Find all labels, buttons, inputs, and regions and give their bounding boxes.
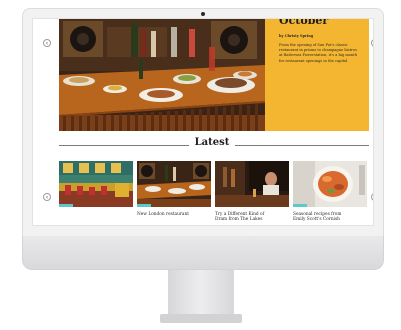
latest-card-1[interactable]: [59, 161, 133, 218]
latest-heading: Latest: [194, 137, 230, 148]
camera-icon: [201, 12, 205, 16]
hero-description: From the opening of Sun Pat's classic re…: [279, 43, 358, 63]
hero-byline: by Christy Spring: [279, 34, 314, 38]
hero-photo[interactable]: [59, 19, 265, 131]
category-tag: [59, 204, 73, 207]
latest-next-arrow-icon[interactable]: ›: [371, 193, 373, 201]
card-image-restaurant-interior: [59, 161, 133, 207]
latest-card-3[interactable]: Try a Different Kind of Dram from The La…: [215, 161, 289, 223]
hero-prev-arrow-icon[interactable]: ‹: [43, 39, 51, 47]
category-tag: [293, 204, 307, 207]
monitor-stand: [168, 270, 234, 316]
card-image-seafood-dish: [293, 161, 367, 207]
card-caption[interactable]: Seasonal recipes from Emily Scott's Corn…: [293, 212, 367, 223]
latest-divider-right: [235, 145, 369, 146]
monitor-stand-foot: [160, 314, 242, 323]
latest-card-4[interactable]: Seasonal recipes from Emily Scott's Corn…: [293, 161, 367, 223]
monitor-chin: [22, 236, 384, 270]
latest-prev-arrow-icon[interactable]: ‹: [43, 193, 51, 201]
hero-text-panel: October by Christy Spring From the openi…: [265, 19, 369, 131]
restaurant-table-image: [59, 19, 265, 131]
website-screen: October by Christy Spring From the openi…: [32, 18, 374, 226]
hero-next-arrow-icon[interactable]: ›: [371, 39, 373, 47]
latest-divider-left: [59, 145, 189, 146]
card-image-bartender: [215, 161, 289, 207]
hero-title[interactable]: October: [279, 19, 360, 28]
latest-card-2[interactable]: New London restaurant: [137, 161, 211, 217]
card-caption[interactable]: Try a Different Kind of Dram from The La…: [215, 212, 289, 223]
card-caption[interactable]: New London restaurant: [137, 212, 211, 217]
category-tag: [137, 204, 151, 207]
card-image-restaurant-table: [137, 161, 211, 207]
